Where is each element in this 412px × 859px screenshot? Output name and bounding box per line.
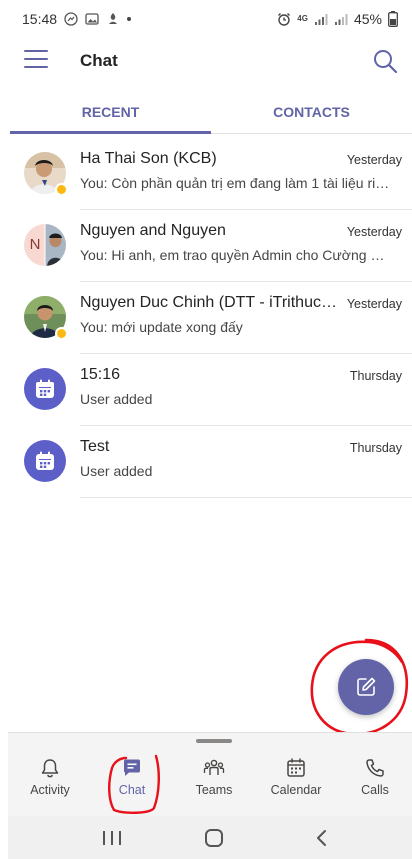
- battery-icon: [388, 11, 398, 27]
- tab-recent[interactable]: RECENT: [10, 96, 211, 134]
- chat-item-test[interactable]: Test Thursday User added: [0, 426, 412, 498]
- hamburger-menu-button[interactable]: [24, 50, 48, 70]
- network-type: 4G: [297, 14, 308, 23]
- bell-icon: [41, 759, 59, 778]
- meeting-avatar: [24, 368, 66, 410]
- page-title: Chat: [80, 51, 118, 70]
- home-icon[interactable]: [200, 826, 228, 850]
- meeting-avatar-bg: [24, 368, 66, 410]
- chat-preview: User added: [80, 463, 153, 479]
- nav-label: Activity: [30, 783, 70, 797]
- battery-percent: 45%: [353, 11, 382, 27]
- avatar: [24, 296, 68, 340]
- chat-item-nguyen-duc-chinh[interactable]: Nguyen Duc Chinh (DTT - iTrithuc.vn) Yes…: [0, 282, 412, 354]
- chat-name: Ha Thai Son (KCB): [80, 150, 217, 167]
- nav-label: Calendar: [270, 783, 322, 797]
- chat-tabs: RECENT CONTACTS: [10, 96, 412, 134]
- presence-away-icon: [55, 327, 68, 340]
- teams-icon: [203, 759, 225, 775]
- nav-label: Chat: [118, 783, 146, 797]
- chat-item-meeting-1516[interactable]: 15:16 Thursday User added: [0, 354, 412, 426]
- chat-time: Yesterday: [346, 297, 402, 311]
- bottom-nav: Activity Chat Teams Calendar Calls: [8, 732, 412, 816]
- chat-list: Ha Thai Son (KCB) Yesterday You: Còn phầ…: [0, 138, 412, 498]
- meeting-avatar-bg: [24, 440, 66, 482]
- calendar-icon: [287, 758, 305, 777]
- nav-calendar[interactable]: Calendar: [256, 757, 336, 809]
- chat-time: Thursday: [349, 441, 402, 455]
- group-avatar: N: [24, 224, 66, 266]
- signal-icon: [314, 14, 328, 25]
- nav-label: Calls: [361, 783, 389, 797]
- meeting-avatar: [24, 440, 66, 482]
- status-left: 15:48: [22, 11, 132, 27]
- calendar-icon: [36, 379, 54, 398]
- chat-icon: [124, 759, 140, 776]
- messenger-icon: [64, 12, 78, 26]
- search-icon[interactable]: [372, 48, 398, 74]
- chat-name: Test: [80, 438, 110, 455]
- nav-calls[interactable]: Calls: [338, 757, 412, 809]
- status-bar: 15:48 4G 45%: [0, 0, 412, 38]
- chat-item-nguyen-and-nguyen[interactable]: N Nguyen and Nguyen Yesterday You: Hi an…: [0, 210, 412, 282]
- nav-chat[interactable]: Chat: [92, 757, 172, 809]
- avatar: [24, 152, 68, 196]
- chat-preview: You: mới update xong đấy: [80, 319, 243, 335]
- calendar-icon: [36, 451, 54, 470]
- nav-teams[interactable]: Teams: [174, 757, 254, 809]
- new-chat-button[interactable]: [338, 659, 394, 715]
- more-notifications-dot: [127, 17, 132, 21]
- system-nav-bar: [8, 816, 412, 859]
- chat-item-ha-thai-son[interactable]: Ha Thai Son (KCB) Yesterday You: Còn phầ…: [0, 138, 412, 210]
- drag-handle[interactable]: [196, 739, 232, 743]
- group-initial: N: [29, 236, 41, 253]
- recent-apps-icon[interactable]: [98, 826, 126, 850]
- alarm-icon: [278, 13, 291, 26]
- status-time: 15:48: [22, 11, 58, 27]
- chat-preview: User added: [80, 391, 153, 407]
- status-right: 4G 45%: [277, 11, 398, 27]
- chat-name: Nguyen and Nguyen: [80, 222, 226, 239]
- nav-label: Teams: [195, 783, 233, 797]
- compose-icon: [357, 677, 376, 696]
- tab-contacts[interactable]: CONTACTS: [211, 96, 412, 133]
- app-header: Chat: [0, 38, 412, 84]
- app-notification-icon: [109, 13, 118, 24]
- chat-time: Yesterday: [346, 153, 402, 167]
- back-icon[interactable]: [308, 826, 336, 850]
- nav-activity[interactable]: Activity: [10, 757, 90, 809]
- chat-time: Thursday: [349, 369, 402, 383]
- chat-preview: You: Hi anh, em trao quyền Admin cho Cườ…: [80, 247, 390, 263]
- chat-name: 15:16: [80, 366, 121, 383]
- gallery-icon: [85, 13, 99, 25]
- chat-name: Nguyen Duc Chinh (DTT - iTrithuc.vn): [80, 294, 340, 311]
- presence-away-icon: [55, 183, 68, 196]
- phone-icon: [366, 759, 384, 777]
- chat-time: Yesterday: [346, 225, 402, 239]
- signal-icon-2: [334, 14, 348, 25]
- chat-preview: You: Còn phần quản trị em đang làm 1 tài…: [80, 175, 390, 191]
